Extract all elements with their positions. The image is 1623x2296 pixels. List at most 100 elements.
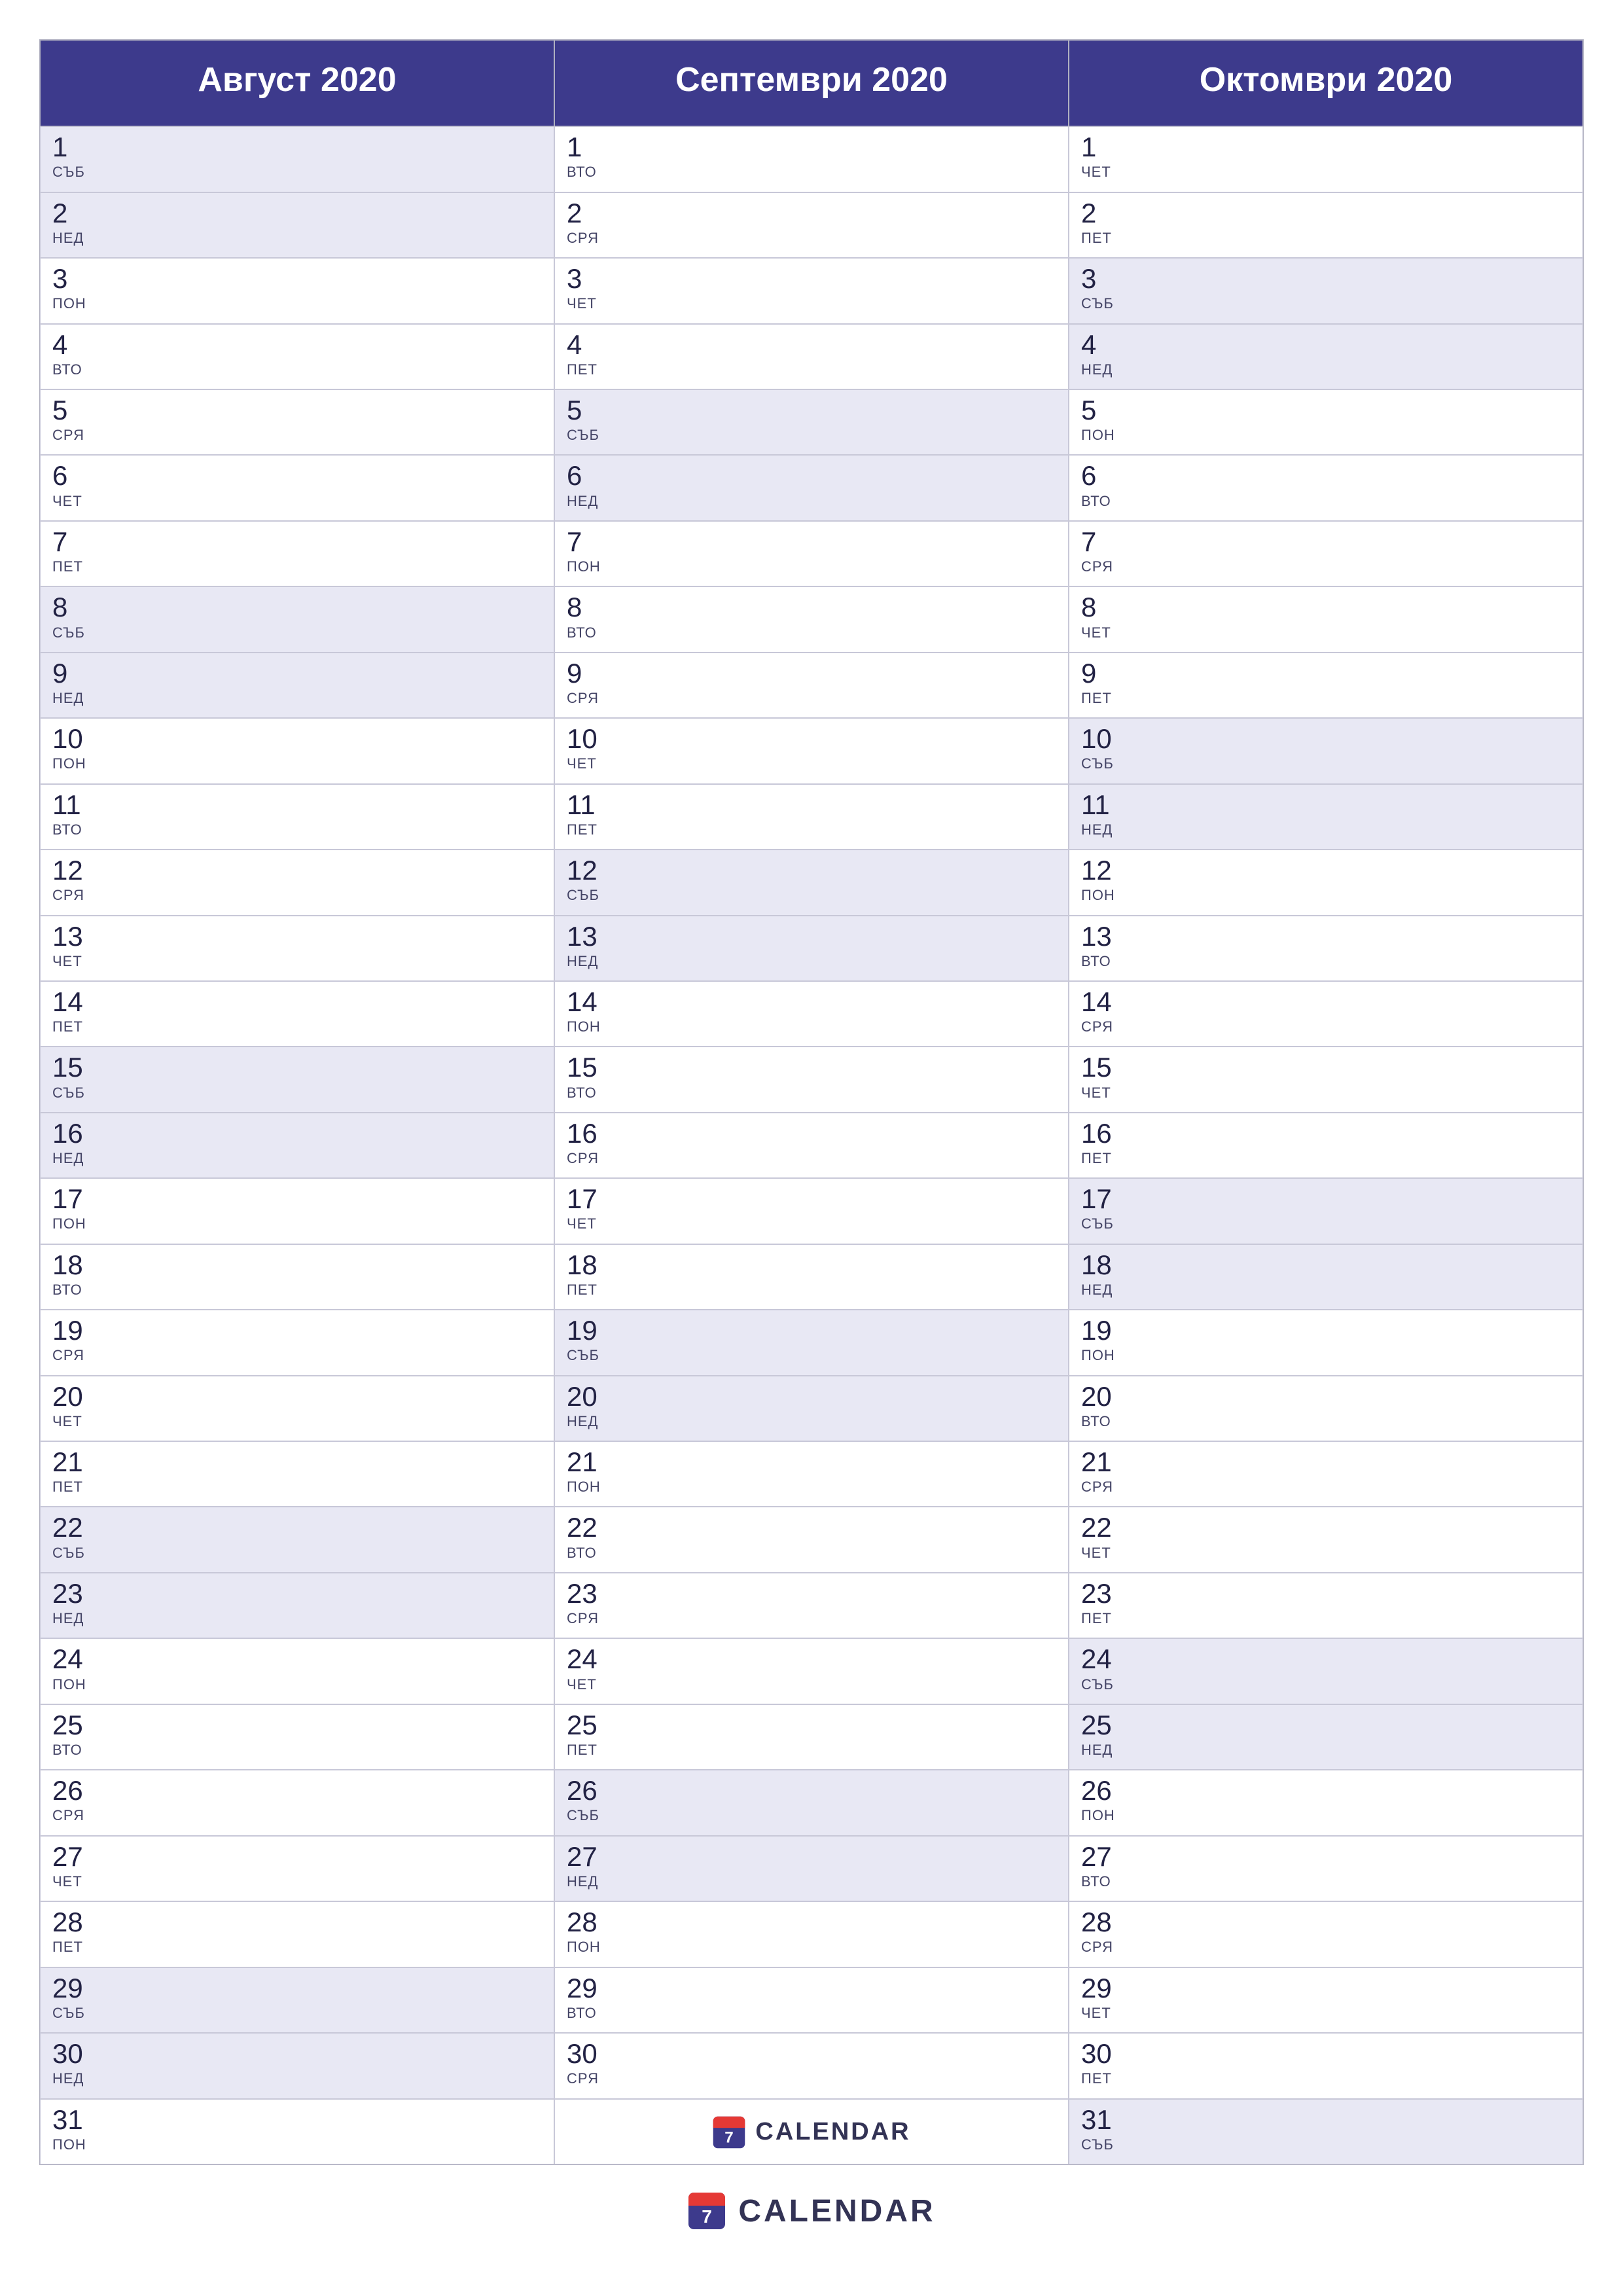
day-cell: 1ВТО [554, 126, 1069, 192]
day-cell: 29ВТО [554, 1967, 1069, 2033]
day-name: НЕД [1081, 821, 1571, 838]
day-cell: 15ВТО [554, 1047, 1069, 1112]
day-cell: 17ПОН [40, 1178, 554, 1244]
day-name: СЪБ [52, 1085, 542, 1102]
day-cell: 6ВТО [1069, 455, 1583, 520]
day-name: ПОН [567, 1479, 1056, 1496]
day-number: 9 [567, 658, 1056, 689]
day-cell: 30НЕД [40, 2033, 554, 2098]
day-number: 8 [52, 592, 542, 622]
day-number: 17 [567, 1184, 1056, 1214]
day-name: СЪБ [52, 1545, 542, 1562]
day-number: 25 [52, 1710, 542, 1740]
day-cell: 21ПЕТ [40, 1441, 554, 1507]
day-name: НЕД [1081, 1282, 1571, 1299]
day-number: 14 [1081, 987, 1571, 1017]
day-name: НЕД [567, 1873, 1056, 1890]
day-name: ЧЕТ [52, 953, 542, 970]
day-cell: 26СРЯ [40, 1770, 554, 1835]
day-name: СЪБ [567, 1347, 1056, 1364]
page: Август 2020 Септември 2020 Октомври 2020… [0, 0, 1623, 2296]
day-number: 5 [567, 395, 1056, 425]
day-name: НЕД [52, 1610, 542, 1627]
day-cell: 16ПЕТ [1069, 1113, 1583, 1178]
day-cell: 8ВТО [554, 586, 1069, 652]
day-name: ПЕТ [52, 1018, 542, 1035]
day-name: НЕД [1081, 1742, 1571, 1759]
day-name: НЕД [1081, 361, 1571, 378]
day-name: НЕД [52, 230, 542, 247]
day-number: 27 [1081, 1842, 1571, 1872]
day-number: 17 [1081, 1184, 1571, 1214]
day-name: СРЯ [1081, 1018, 1571, 1035]
day-number: 1 [52, 132, 542, 162]
day-name: НЕД [52, 690, 542, 707]
day-cell: 18 НЕД [1069, 1244, 1583, 1310]
day-name: ЧЕТ [52, 1413, 542, 1430]
day-number: 26 [1081, 1776, 1571, 1806]
day-number: 15 [1081, 1052, 1571, 1083]
day-cell: 28 ПОН [554, 1901, 1069, 1967]
day-number: 2 [567, 198, 1056, 228]
day-cell: 13НЕД [554, 916, 1069, 981]
day-name: СЪБ [1081, 295, 1571, 312]
day-number: 1 [1081, 132, 1571, 162]
day-name: ПЕТ [52, 558, 542, 575]
calendar-grid: Август 2020 Септември 2020 Октомври 2020… [39, 39, 1584, 2165]
day-name: ПОН [567, 1939, 1056, 1956]
day-name: ПОН [52, 2136, 542, 2153]
day-number: 5 [1081, 395, 1571, 425]
day-name: СЪБ [52, 2005, 542, 2022]
day-cell: 6ЧЕТ [40, 455, 554, 520]
day-number: 23 [567, 1579, 1056, 1609]
day-cell: 13ЧЕТ [40, 916, 554, 981]
month-header-aug: Август 2020 [40, 40, 554, 126]
day-name: СЪБ [567, 427, 1056, 444]
day-name: ПОН [1081, 1807, 1571, 1824]
day-cell: 29СЪБ [40, 1967, 554, 2033]
day-number: 17 [52, 1184, 542, 1214]
day-name: ПЕТ [1081, 690, 1571, 707]
day-number: 22 [1081, 1513, 1571, 1543]
day-cell: 8ЧЕТ [1069, 586, 1583, 652]
day-number: 3 [52, 264, 542, 294]
day-name: ВТО [1081, 953, 1571, 970]
day-name: СРЯ [1081, 1479, 1571, 1496]
day-cell: 30СРЯ [554, 2033, 1069, 2098]
footer: 7 CALENDAR [39, 2191, 1584, 2231]
day-cell: 18ПЕТ [554, 1244, 1069, 1310]
day-number: 26 [52, 1776, 542, 1806]
day-name: ЧЕТ [1081, 624, 1571, 641]
day-number: 28 [567, 1907, 1056, 1937]
day-number: 30 [1081, 2039, 1571, 2069]
day-number: 4 [52, 330, 542, 360]
day-number: 6 [567, 461, 1056, 491]
day-number: 21 [1081, 1447, 1571, 1477]
day-name: ПЕТ [1081, 2070, 1571, 2087]
day-number: 13 [52, 922, 542, 952]
day-cell: 13ВТО [1069, 916, 1583, 981]
day-number: 18 [1081, 1250, 1571, 1280]
day-name: СРЯ [52, 1807, 542, 1824]
day-number: 11 [1081, 790, 1571, 820]
day-number: 23 [1081, 1579, 1571, 1609]
day-name: СЪБ [1081, 1676, 1571, 1693]
day-number: 20 [567, 1382, 1056, 1412]
day-name: ПЕТ [567, 1742, 1056, 1759]
day-cell: 2ПЕТ [1069, 192, 1583, 258]
day-name: НЕД [52, 2070, 542, 2087]
day-number: 7 [1081, 527, 1571, 557]
day-cell: 9НЕД [40, 653, 554, 718]
day-cell: 3ЧЕТ [554, 258, 1069, 323]
day-cell: 9ПЕТ [1069, 653, 1583, 718]
day-cell: 11ПЕТ [554, 784, 1069, 850]
day-number: 7 [52, 527, 542, 557]
day-name: ПОН [52, 1215, 542, 1232]
day-name: ПЕТ [52, 1479, 542, 1496]
day-name: СРЯ [567, 1150, 1056, 1167]
month-header-sep: Септември 2020 [554, 40, 1069, 126]
day-name: ВТО [52, 821, 542, 838]
day-cell: 24СЪБ [1069, 1638, 1583, 1704]
day-cell: 12СЪБ [554, 850, 1069, 915]
day-cell: 22СЪБ [40, 1507, 554, 1572]
